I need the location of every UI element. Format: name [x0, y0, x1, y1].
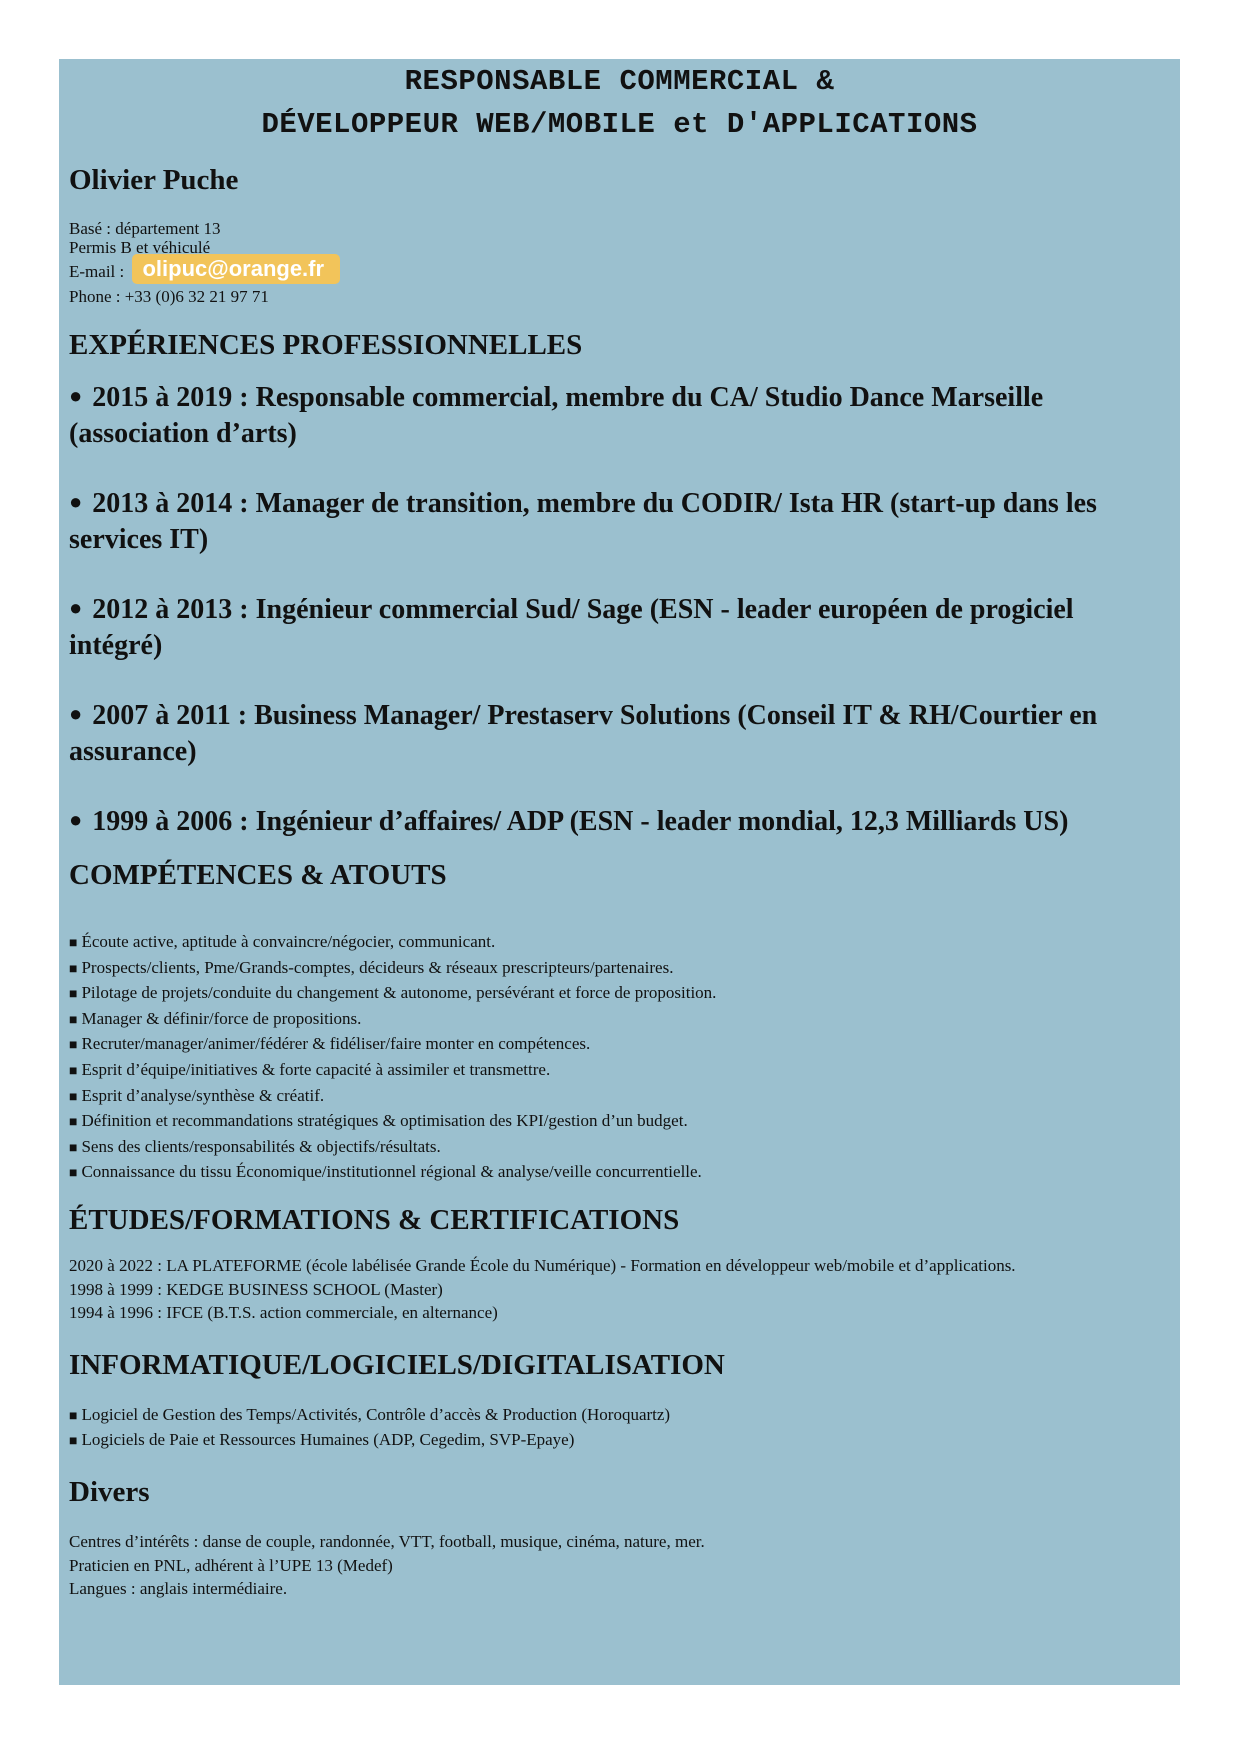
- experience-item: ● 2013 à 2014 : Manager de transition, me…: [69, 486, 1170, 557]
- experience-item: ● 2015 à 2019 : Responsable commercial, m…: [69, 380, 1170, 451]
- cv-page: RESPONSABLE COMMERCIAL & DÉVELOPPEUR WEB…: [59, 59, 1180, 1685]
- informatique-item: ■ Logiciel de Gestion des Temps/Activités…: [69, 1403, 1170, 1429]
- informatique-text: Logiciels de Paie et Ressources Humaines…: [81, 1430, 575, 1450]
- bullet-icon: ●: [69, 701, 83, 726]
- informatique-item: ■ Logiciels de Paie et Ressources Humaine…: [69, 1428, 1170, 1454]
- competence-text: Pilotage de projets/conduite du changeme…: [81, 983, 717, 1003]
- experience-text: 2013 à 2014 : Manager de transition, mem…: [69, 488, 1097, 555]
- person-name: Olivier Puche: [69, 164, 239, 196]
- contact-block: Basé : département 13 Permis B et véhicu…: [69, 219, 1170, 306]
- competence-item: ■ Sens des clients/responsabilités & obje…: [69, 1135, 1170, 1161]
- competence-item: ■ Écoute active, aptitude à convaincre/né…: [69, 930, 1170, 956]
- experience-text: 1999 à 2006 : Ingénieur d’affaires/ ADP …: [92, 806, 1069, 837]
- experience-item: ● 2012 à 2013 : Ingénieur commercial Sud/…: [69, 592, 1170, 663]
- square-bullet-icon: ■: [69, 961, 78, 977]
- competence-item: ■ Pilotage de projets/conduite du changem…: [69, 981, 1170, 1007]
- competence-text: Esprit d’équipe/initiatives & forte capa…: [81, 1059, 551, 1079]
- contact-email-row: E-mail : olipuc@orange.fr: [69, 254, 1170, 287]
- square-bullet-icon: ■: [69, 1434, 78, 1450]
- square-bullet-icon: ■: [69, 1408, 78, 1424]
- competence-item: ■ Prospects/clients, Pme/Grands-comptes, …: [69, 956, 1170, 982]
- competence-item: ■ Esprit d’analyse/synthèse & créatif.: [69, 1084, 1170, 1110]
- divers-item: Praticien en PNL, adhérent à l’UPE 13 (M…: [69, 1555, 393, 1575]
- contact-base: Basé : département 13: [69, 219, 221, 238]
- competence-text: Prospects/clients, Pme/Grands-comptes, d…: [81, 957, 674, 977]
- informatique-text: Logiciel de Gestion des Temps/Activités,…: [81, 1404, 671, 1424]
- etude-item: 1994 à 1996 : IFCE (B.T.S. action commer…: [69, 1303, 498, 1323]
- square-bullet-icon: ■: [69, 1063, 78, 1079]
- divers-list: Centres d’intérêts : danse de couple, ra…: [69, 1530, 1170, 1601]
- bullet-icon: ●: [69, 383, 83, 408]
- competence-text: Recruter/manager/animer/fédérer & fidéli…: [81, 1034, 591, 1054]
- competence-item: ■ Esprit d’équipe/initiatives & forte cap…: [69, 1058, 1170, 1084]
- experience-item: ● 1999 à 2006 : Ingénieur d’affaires/ ADP…: [69, 804, 1170, 840]
- square-bullet-icon: ■: [69, 1140, 78, 1156]
- competence-text: Écoute active, aptitude à convaincre/nég…: [81, 932, 496, 951]
- competence-text: Définition et recommandations stratégiqu…: [81, 1111, 688, 1131]
- square-bullet-icon: ■: [69, 987, 78, 1003]
- etude-item: 2020 à 2022 : LA PLATEFORME (école labél…: [69, 1255, 1016, 1275]
- informatique-heading: INFORMATIQUE/LOGICIELS/DIGITALISATION: [69, 1348, 725, 1381]
- cv-title-line-2: DÉVELOPPEUR WEB/MOBILE et D'APPLICATIONS: [261, 108, 978, 141]
- contact-phone: Phone : +33 (0)6 32 21 97 71: [69, 287, 269, 306]
- etudes-heading: ÉTUDES/FORMATIONS & CERTIFICATIONS: [69, 1203, 680, 1236]
- experience-text: 2012 à 2013 : Ingénieur commercial Sud/ …: [69, 594, 1074, 661]
- email-link[interactable]: olipuc@orange.fr: [132, 254, 341, 284]
- experience-text: 2015 à 2019 : Responsable commercial, me…: [69, 382, 1044, 449]
- bullet-icon: ●: [69, 489, 83, 514]
- square-bullet-icon: ■: [69, 936, 78, 951]
- competence-text: Manager & définir/force de propositions.: [81, 1008, 362, 1028]
- competence-item: ■ Connaissance du tissu Économique/instit…: [69, 1160, 1170, 1186]
- competence-item: ■ Manager & définir/force de propositions…: [69, 1007, 1170, 1033]
- experiences-heading: EXPÉRIENCES PROFESSIONNELLES: [69, 329, 583, 361]
- square-bullet-icon: ■: [69, 1012, 78, 1028]
- experiences-list: ● 2015 à 2019 : Responsable commercial, m…: [69, 380, 1170, 840]
- divers-heading: Divers: [69, 1475, 150, 1508]
- experience-item: ● 2007 à 2011 : Business Manager/ Prestas…: [69, 698, 1170, 769]
- competence-text: Connaissance du tissu Économique/institu…: [81, 1162, 702, 1182]
- competence-item: ■ Définition et recommandations stratégiq…: [69, 1109, 1170, 1135]
- etudes-list: 2020 à 2022 : LA PLATEFORME (école labél…: [69, 1254, 1170, 1325]
- divers-item: Centres d’intérêts : danse de couple, ra…: [69, 1531, 705, 1551]
- square-bullet-icon: ■: [69, 1115, 78, 1131]
- bullet-icon: ●: [69, 595, 83, 620]
- cv-title-line-1: RESPONSABLE COMMERCIAL &: [404, 65, 835, 98]
- competences-heading: COMPÉTENCES & ATOUTS: [69, 859, 447, 891]
- divers-item: Langues : anglais intermédiaire.: [69, 1579, 288, 1599]
- etude-item: 1998 à 1999 : KEDGE BUSINESS SCHOOL (Mas…: [69, 1279, 443, 1299]
- competence-text: Sens des clients/responsabilités & objec…: [81, 1136, 441, 1156]
- informatique-list: ■ Logiciel de Gestion des Temps/Activités…: [69, 1403, 1170, 1454]
- competences-list: ■ Écoute active, aptitude à convaincre/né…: [69, 930, 1170, 1186]
- email-label: E-mail :: [69, 262, 125, 281]
- competence-text: Esprit d’analyse/synthèse & créatif.: [81, 1085, 325, 1105]
- square-bullet-icon: ■: [69, 1166, 78, 1182]
- bullet-icon: ●: [69, 807, 83, 832]
- competence-item: ■ Recruter/manager/animer/fédérer & fidél…: [69, 1032, 1170, 1058]
- cv-title: RESPONSABLE COMMERCIAL & DÉVELOPPEUR WEB…: [69, 59, 1170, 146]
- experience-text: 2007 à 2011 : Business Manager/ Prestase…: [69, 700, 1098, 767]
- square-bullet-icon: ■: [69, 1038, 78, 1054]
- square-bullet-icon: ■: [69, 1089, 78, 1105]
